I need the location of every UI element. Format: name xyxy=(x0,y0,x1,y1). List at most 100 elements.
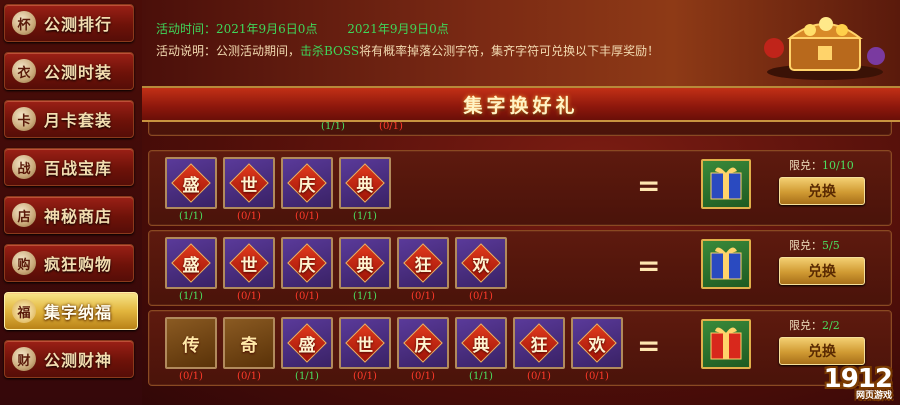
card-icon: 卡 xyxy=(12,107,36,131)
character-tile[interactable]: 典 xyxy=(339,157,391,209)
tile-count: (1/1) xyxy=(321,122,345,132)
sidebar-item-6[interactable]: 购疯狂购物 xyxy=(4,244,134,282)
character-tile[interactable]: 盛 xyxy=(165,157,217,209)
character-tile[interactable]: 庆 xyxy=(281,237,333,289)
sidebar-item-2[interactable]: 衣公测时装 xyxy=(4,52,134,90)
tile-character: 庆 xyxy=(414,335,432,356)
exchange-row-partial: (1/1) (0/1) xyxy=(148,122,892,136)
limit-label: 限兑： xyxy=(789,319,822,332)
tile-character: 典 xyxy=(356,175,374,196)
tile-count: (1/1) xyxy=(469,371,493,382)
gift-box-icon[interactable] xyxy=(701,239,751,289)
exchange-row: 盛 (1/1) 世 (0/1) 庆 (0/1) 典 (1/1) = 限兑：10/10 兑换 xyxy=(148,150,892,226)
limit-label: 限兑： xyxy=(789,239,822,252)
exchange-list[interactable]: (1/1) (0/1) 盛 (1/1) 世 (0/1) 庆 (0/1) 典 (1/1) = 限兑：… xyxy=(148,122,892,405)
limit-value: 5/5 xyxy=(822,239,840,252)
tile-character: 欢 xyxy=(472,255,490,276)
character-tile[interactable]: 奇 xyxy=(223,317,275,369)
character-tile[interactable]: 世 xyxy=(339,317,391,369)
tile-count: (1/1) xyxy=(295,371,319,382)
character-tile[interactable]: 欢 xyxy=(455,237,507,289)
exchange-limit: 限兑：5/5 xyxy=(789,237,840,253)
main-panel: 活动时间：2021年9月6日0点 2021年9月9日0点 活动说明：公测活动期间… xyxy=(142,0,900,405)
tile-count: (0/1) xyxy=(237,211,261,222)
section-title-bar: 集字换好礼 xyxy=(142,88,900,122)
sidebar-item-3[interactable]: 卡月卡套装 xyxy=(4,100,134,138)
sidebar: 杯公测排行衣公测时装卡月卡套装战百战宝库店神秘商店购疯狂购物福集字纳福财公测财神 xyxy=(0,0,142,405)
sidebar-item-7[interactable]: 福集字纳福 xyxy=(4,292,138,330)
character-tile[interactable]: 盛 xyxy=(281,317,333,369)
tile-character: 典 xyxy=(472,335,490,356)
character-tile[interactable]: 庆 xyxy=(281,157,333,209)
tile-character: 狂 xyxy=(530,335,548,356)
tile-count: (1/1) xyxy=(179,211,203,222)
event-time: 活动时间：2021年9月6日0点 2021年9月9日0点 xyxy=(156,20,475,37)
character-tile[interactable]: 典 xyxy=(455,317,507,369)
tile-count: (0/1) xyxy=(469,291,493,302)
exchange-limit: 限兑：2/2 xyxy=(789,317,840,333)
costume-icon: 衣 xyxy=(12,59,36,83)
tile-character: 盛 xyxy=(182,175,200,196)
tile-count: (0/1) xyxy=(353,371,377,382)
tile-count: (0/1) xyxy=(411,291,435,302)
character-tile[interactable]: 世 xyxy=(223,237,275,289)
tile-count: (0/1) xyxy=(585,371,609,382)
character-tile[interactable]: 庆 xyxy=(397,317,449,369)
tile-count: (0/1) xyxy=(179,371,203,382)
shop-icon: 店 xyxy=(12,203,36,227)
tile-character: 庆 xyxy=(298,175,316,196)
exchange-button[interactable]: 兑换 xyxy=(779,337,865,365)
desc-suffix: 将有概率掉落公测字符，集齐字符可兑换以下丰厚奖励！ xyxy=(359,44,660,58)
exchange-row: 传 (0/1) 奇 (0/1) 盛 (1/1) 世 (0/1) 庆 (0/1) 典 (1/1) 狂 (0/… xyxy=(148,310,892,386)
sidebar-item-label: 公测时装 xyxy=(44,63,113,82)
desc-prefix: 活动说明：公测活动期间， xyxy=(156,44,301,58)
tile-count: (0/1) xyxy=(527,371,551,382)
character-tile[interactable]: 传 xyxy=(165,317,217,369)
sidebar-item-label: 公测排行 xyxy=(44,15,113,34)
character-tile[interactable]: 盛 xyxy=(165,237,217,289)
exchange-button[interactable]: 兑换 xyxy=(779,177,865,205)
limit-value: 2/2 xyxy=(822,319,840,332)
equals-sign: = xyxy=(637,249,661,282)
tile-character: 世 xyxy=(356,335,374,356)
sidebar-item-label: 神秘商店 xyxy=(44,207,113,226)
character-tile[interactable]: 典 xyxy=(339,237,391,289)
equals-sign: = xyxy=(637,169,661,202)
tile-character: 典 xyxy=(356,255,374,276)
character-tile[interactable]: 欢 xyxy=(571,317,623,369)
sidebar-item-label: 百战宝库 xyxy=(44,159,113,178)
exchange-row: 盛 (1/1) 世 (0/1) 庆 (0/1) 典 (1/1) 狂 (0/1) 欢 (0/1) = 限兑：… xyxy=(148,230,892,306)
exchange-button[interactable]: 兑换 xyxy=(779,257,865,285)
limit-value: 10/10 xyxy=(822,159,854,172)
tile-character: 盛 xyxy=(182,255,200,276)
event-end-time: 2021年9月9日0点 xyxy=(347,22,449,36)
tile-count: (1/1) xyxy=(353,291,377,302)
tile-count: (0/1) xyxy=(237,291,261,302)
sidebar-item-5[interactable]: 店神秘商店 xyxy=(4,196,134,234)
exchange-limit: 限兑：10/10 xyxy=(789,157,854,173)
blessing-icon: 福 xyxy=(12,299,36,323)
character-tile[interactable]: 狂 xyxy=(397,237,449,289)
cart-icon: 购 xyxy=(12,251,36,275)
treasure-chest-icon xyxy=(764,17,885,80)
tile-character: 世 xyxy=(240,255,258,276)
sidebar-item-4[interactable]: 战百战宝库 xyxy=(4,148,134,186)
sidebar-item-1[interactable]: 杯公测排行 xyxy=(4,4,134,42)
tile-character: 欢 xyxy=(588,335,606,356)
gift-box-icon[interactable] xyxy=(701,319,751,369)
equals-sign: = xyxy=(637,329,661,362)
tile-character: 庆 xyxy=(298,255,316,276)
trophy-icon: 杯 xyxy=(12,11,36,35)
section-title: 集字换好礼 xyxy=(463,94,579,117)
tile-count: (0/1) xyxy=(411,371,435,382)
sidebar-item-label: 公测财神 xyxy=(44,351,113,370)
character-tile[interactable]: 世 xyxy=(223,157,275,209)
sidebar-item-8[interactable]: 财公测财神 xyxy=(4,340,134,378)
tile-character: 盛 xyxy=(298,335,316,356)
tile-character: 世 xyxy=(240,175,258,196)
event-description: 活动说明：公测活动期间，击杀BOSS将有概率掉落公测字符，集齐字符可兑换以下丰厚… xyxy=(156,42,659,59)
gift-box-icon[interactable] xyxy=(701,159,751,209)
character-tile[interactable]: 狂 xyxy=(513,317,565,369)
tile-count: (0/1) xyxy=(295,291,319,302)
money-icon: 财 xyxy=(12,347,36,371)
